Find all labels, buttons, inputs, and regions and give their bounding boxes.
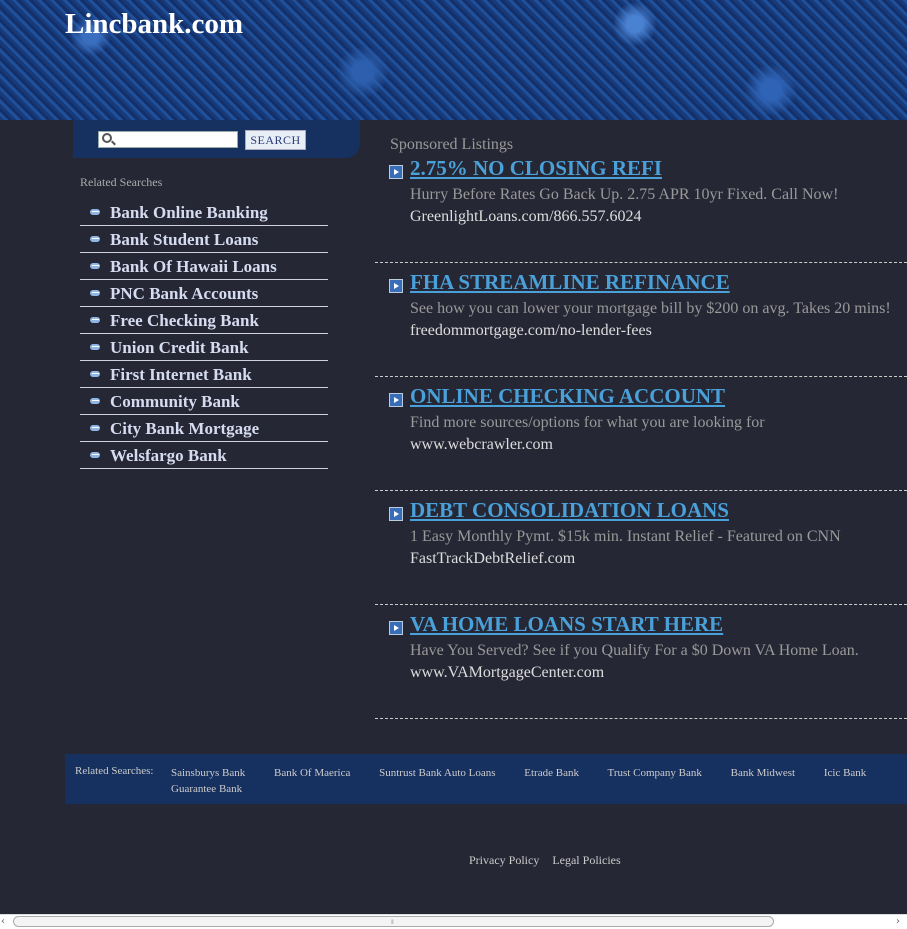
- search-input[interactable]: [98, 131, 238, 148]
- sidebar-link[interactable]: PNC Bank Accounts: [110, 284, 258, 304]
- scroll-left-icon[interactable]: ‹: [1, 917, 11, 927]
- sponsored-ad: DEBT CONSOLIDATION LOANS 1 Easy Monthly …: [375, 490, 907, 605]
- bullet-icon: [90, 398, 100, 404]
- footer-related-link[interactable]: Trust Company Bank: [608, 767, 702, 779]
- footer-related-bar: Related Searches: Sainsburys Bank Bank O…: [65, 754, 907, 804]
- header-banner: Lincbank.com: [0, 0, 907, 120]
- bullet-icon: [90, 317, 100, 323]
- footer-related-link[interactable]: Suntrust Bank Auto Loans: [379, 767, 495, 779]
- footer-related-link[interactable]: Etrade Bank: [524, 767, 579, 779]
- bullet-icon: [90, 371, 100, 377]
- bullet-icon: [90, 209, 100, 215]
- search-button[interactable]: SEARCH: [245, 130, 306, 150]
- sidebar-link[interactable]: Bank Of Hawaii Loans: [110, 257, 277, 277]
- footer-related-links: Sainsburys Bank Bank Of Maerica Suntrust…: [171, 765, 901, 797]
- ad-url-link[interactable]: www.webcrawler.com: [410, 436, 553, 454]
- ad-title-link[interactable]: FHA STREAMLINE REFINANCE: [410, 270, 730, 295]
- footer-related-label: Related Searches:: [75, 765, 154, 777]
- footer-related-link[interactable]: Icic Bank: [824, 767, 866, 779]
- horizontal-scrollbar[interactable]: ‹ ⦀ ›: [0, 914, 907, 929]
- sidebar-item: Bank Online Banking: [80, 199, 328, 226]
- sidebar-item: PNC Bank Accounts: [80, 280, 328, 307]
- ad-url-link[interactable]: FastTrackDebtRelief.com: [410, 550, 575, 568]
- scrollbar-thumb[interactable]: ⦀: [13, 916, 774, 927]
- ad-description: Hurry Before Rates Go Back Up. 2.75 APR …: [410, 186, 839, 203]
- bullet-icon: [90, 344, 100, 350]
- sidebar-item: Community Bank: [80, 388, 328, 415]
- ad-description: Find more sources/options for what you a…: [410, 414, 765, 431]
- arrow-icon[interactable]: [389, 393, 403, 407]
- footer-related-link[interactable]: Sainsburys Bank: [171, 767, 245, 779]
- bullet-icon: [90, 452, 100, 458]
- sidebar-item: Bank Student Loans: [80, 226, 328, 253]
- search-icon: [102, 133, 112, 143]
- scroll-right-icon[interactable]: ›: [896, 917, 906, 927]
- privacy-policy-link[interactable]: Privacy Policy: [469, 853, 539, 867]
- sidebar-link[interactable]: First Internet Bank: [110, 365, 252, 385]
- arrow-icon[interactable]: [389, 279, 403, 293]
- ad-title-link[interactable]: 2.75% NO CLOSING REFI: [410, 156, 662, 181]
- arrow-icon[interactable]: [389, 621, 403, 635]
- sidebar-item: Welsfargo Bank: [80, 442, 328, 469]
- ad-title-link[interactable]: ONLINE CHECKING ACCOUNT: [410, 384, 725, 409]
- footer-related-link[interactable]: Bank Midwest: [731, 767, 795, 779]
- sidebar-link[interactable]: Welsfargo Bank: [110, 446, 227, 466]
- search-bar: SEARCH: [73, 120, 360, 158]
- ad-url-link[interactable]: GreenlightLoans.com/866.557.6024: [410, 208, 642, 226]
- sidebar-item: Union Credit Bank: [80, 334, 328, 361]
- arrow-icon[interactable]: [389, 165, 403, 179]
- ad-url-link[interactable]: freedommortgage.com/no-lender-fees: [410, 322, 652, 340]
- arrow-icon[interactable]: [389, 507, 403, 521]
- ad-title-link[interactable]: DEBT CONSOLIDATION LOANS: [410, 498, 729, 523]
- related-searches-label: Related Searches: [80, 175, 163, 189]
- ad-url-link[interactable]: www.VAMortgageCenter.com: [410, 664, 604, 682]
- sidebar-item: City Bank Mortgage: [80, 415, 328, 442]
- sidebar-item: Free Checking Bank: [80, 307, 328, 334]
- sidebar-item: Bank Of Hawaii Loans: [80, 253, 328, 280]
- legal-policies-link[interactable]: Legal Policies: [552, 853, 620, 867]
- sidebar-item: First Internet Bank: [80, 361, 328, 388]
- bullet-icon: [90, 263, 100, 269]
- sidebar-link[interactable]: Bank Student Loans: [110, 230, 258, 250]
- sidebar-link[interactable]: City Bank Mortgage: [110, 419, 259, 439]
- sponsored-ad: FHA STREAMLINE REFINANCE See how you can…: [375, 262, 907, 377]
- ad-description: See how you can lower your mortgage bill…: [410, 300, 891, 317]
- sponsored-ad: ONLINE CHECKING ACCOUNT Find more source…: [375, 376, 907, 491]
- footer-related-link[interactable]: Bank Of Maerica: [274, 767, 350, 779]
- ad-description: Have You Served? See if you Qualify For …: [410, 642, 859, 659]
- legal-links: Privacy Policy Legal Policies: [469, 853, 631, 868]
- site-title[interactable]: Lincbank.com: [65, 8, 243, 41]
- sidebar-link[interactable]: Community Bank: [110, 392, 240, 412]
- sidebar-link[interactable]: Free Checking Bank: [110, 311, 259, 331]
- ad-title-link[interactable]: VA HOME LOANS START HERE: [410, 612, 723, 637]
- related-searches-list: Bank Online Banking Bank Student Loans B…: [80, 199, 328, 469]
- sidebar-link[interactable]: Bank Online Banking: [110, 203, 268, 223]
- scrollbar-grip: ⦀: [391, 919, 394, 926]
- sidebar-link[interactable]: Union Credit Bank: [110, 338, 249, 358]
- sponsored-ad: 2.75% NO CLOSING REFI Hurry Before Rates…: [375, 148, 907, 263]
- sponsored-ad: VA HOME LOANS START HERE Have You Served…: [375, 604, 907, 719]
- ad-description: 1 Easy Monthly Pymt. $15k min. Instant R…: [410, 528, 841, 545]
- bullet-icon: [90, 290, 100, 296]
- footer-related-link[interactable]: Guarantee Bank: [171, 783, 242, 795]
- bullet-icon: [90, 236, 100, 242]
- bullet-icon: [90, 425, 100, 431]
